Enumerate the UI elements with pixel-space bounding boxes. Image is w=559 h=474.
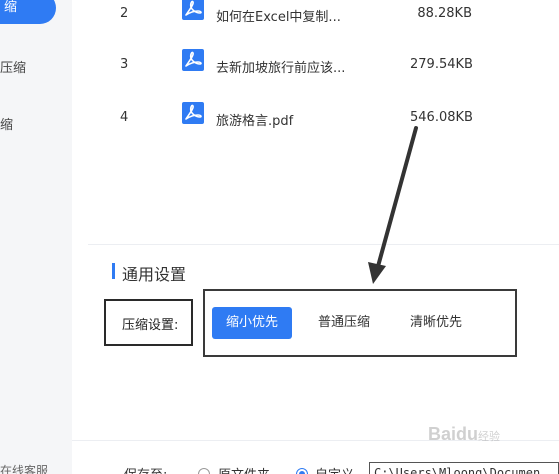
table-row[interactable]: 2 如何在Excel中复制... 88.28KB [120,0,480,28]
file-name: 去新加坡旅行前应该... [216,61,346,76]
sidebar-item-shrink[interactable]: 缩 [0,114,13,133]
compress-label-highlight: 压缩设置: [104,299,193,346]
sidebar-item-label: 缩 [0,118,14,133]
pdf-icon [182,0,204,20]
file-size: 546.08KB [410,110,473,125]
radio-original-label: 原文件夹 [218,464,270,474]
online-service-link[interactable]: 在线客服 [0,462,48,474]
row-index: 3 [120,57,129,72]
file-name: 旅游格言.pdf [216,114,294,129]
save-path-input[interactable]: C:\Users\Mloong\Documen [369,462,559,474]
save-location-row: 保存至: 原文件夹 自定义 C:\Users\Mloong\Documen [120,460,559,474]
compress-setting-label: 压缩设置: [122,318,179,333]
radio-custom-label: 自定义 [315,464,354,474]
option-clarity-first-button[interactable]: 清晰优先 [398,307,474,339]
sidebar-item-label: 缩 [4,0,18,15]
sidebar: 缩 压缩 缩 在线客服 [0,0,72,474]
watermark-text: Baidu [428,424,479,444]
option-normal-compress-button[interactable]: 普通压缩 [306,307,382,339]
row-index: 4 [120,110,129,125]
pdf-icon [182,49,204,71]
pdf-icon [182,102,204,124]
file-size: 279.54KB [410,57,473,72]
sidebar-item-label: 压缩 [0,61,27,76]
radio-original-folder[interactable] [198,468,210,474]
section-accent-bar [112,263,115,279]
option-shrink-first-button[interactable]: 缩小优先 [212,307,292,339]
sidebar-item-compress[interactable]: 压缩 [0,57,26,76]
file-size: 88.28KB [417,6,472,21]
table-row[interactable]: 4 旅游格言.pdf 546.08KB [120,102,480,132]
file-name: 如何在Excel中复制... [216,10,341,25]
divider [88,244,559,245]
table-row[interactable]: 3 去新加坡旅行前应该... 279.54KB [120,49,480,79]
sidebar-item-active[interactable]: 缩 [0,0,56,24]
section-title: 通用设置 [122,265,187,284]
save-label: 保存至: [124,464,167,474]
row-index: 2 [120,6,129,21]
radio-custom-folder[interactable] [296,468,308,474]
watermark-sub: 经验 [478,431,501,443]
watermark: Baidu经验 [428,424,500,445]
